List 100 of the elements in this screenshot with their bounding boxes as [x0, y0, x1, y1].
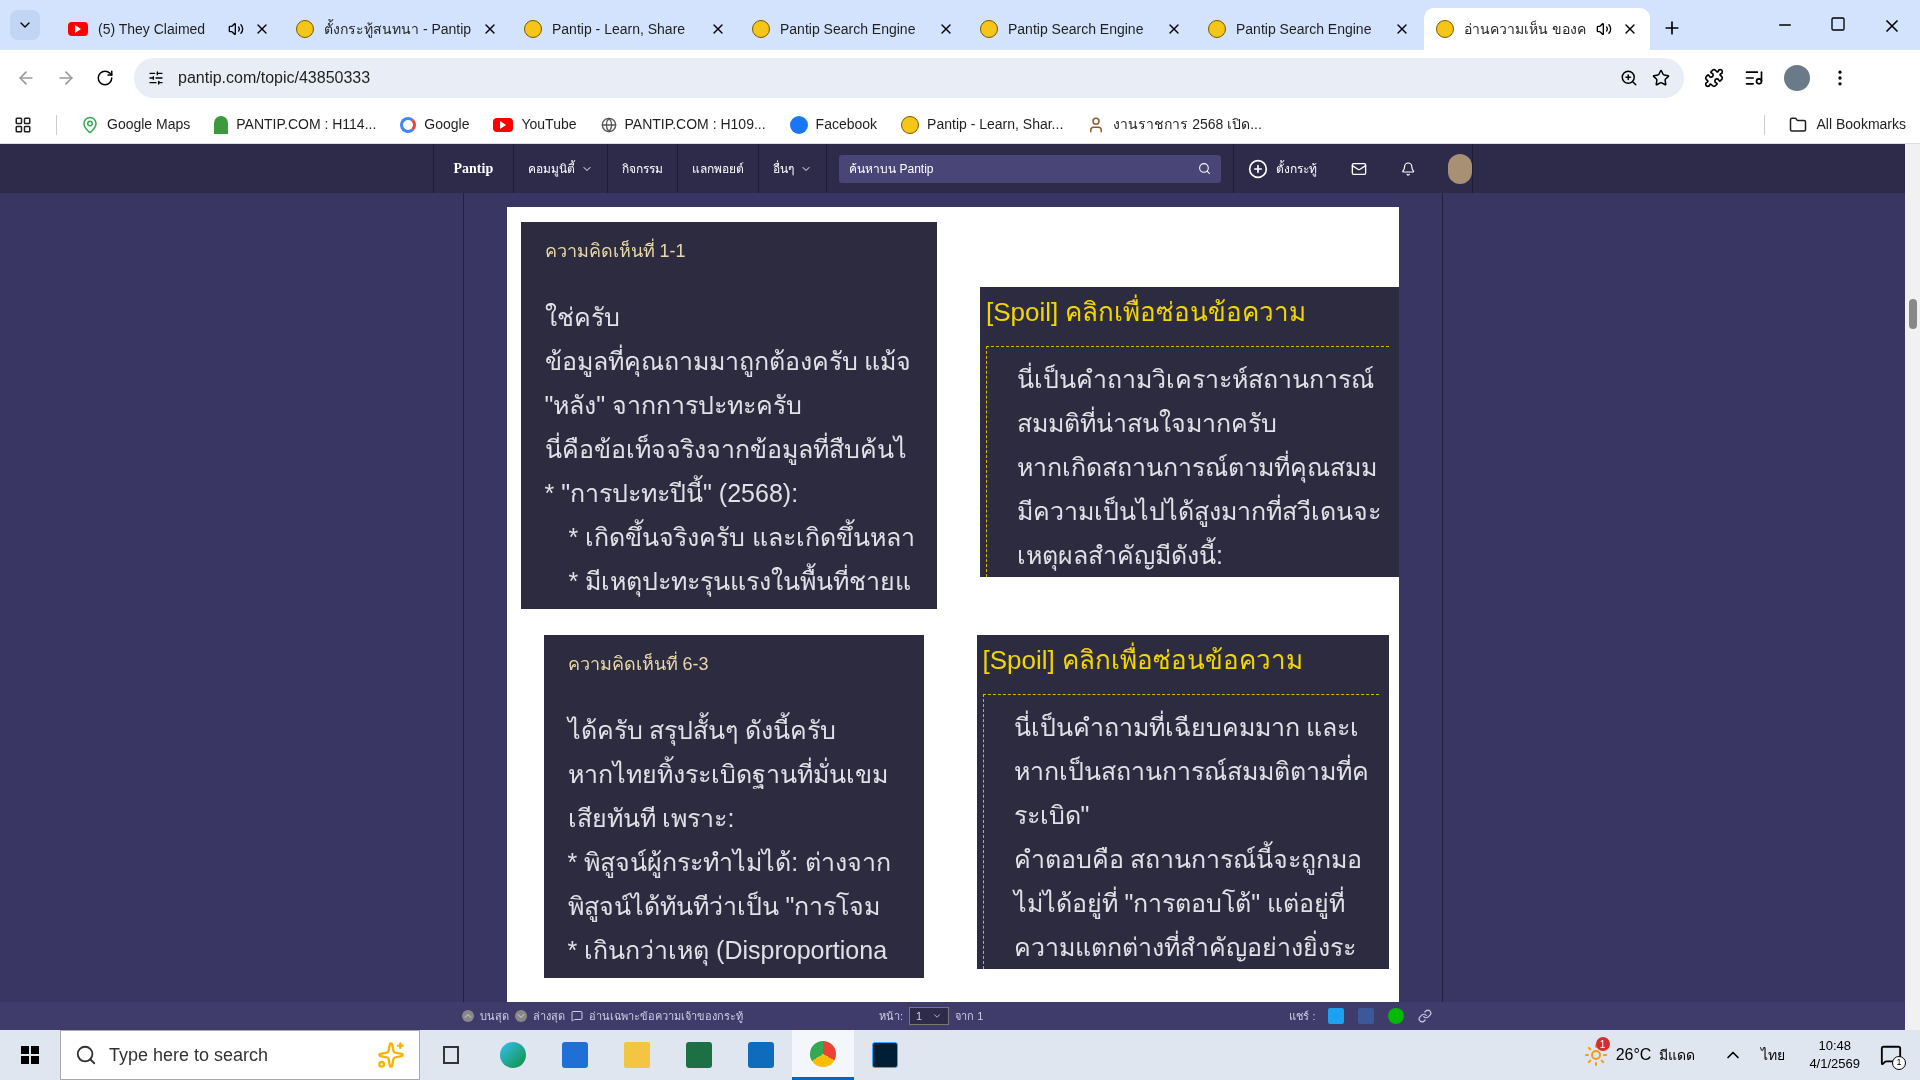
taskbar-search-field[interactable]: Type here to search	[60, 1030, 420, 1080]
message-line: หากเกิดสถานการณ์ตามที่คุณสมม	[1016, 445, 1379, 489]
language-indicator[interactable]: ไทย	[1761, 1044, 1786, 1066]
nav-menu-item[interactable]: แลกพอยต์	[677, 144, 759, 193]
notification-icon[interactable]	[1401, 159, 1416, 178]
page-count: จาก 1	[955, 1008, 984, 1024]
spoiler-toggle[interactable]: [Spoil] คลิกเพื่อซ่อนข้อความ	[985, 293, 1389, 332]
notification-center-icon[interactable]	[1880, 1044, 1902, 1066]
browser-tab[interactable]: อ่านความเห็น ของค	[1424, 8, 1650, 50]
share-label: แชร์ :	[1289, 1008, 1316, 1024]
comment-number: ความคิดเห็นที่ 1-1	[544, 238, 913, 265]
caret-icon	[932, 1011, 943, 1021]
zoom-icon[interactable]	[1620, 69, 1638, 87]
bookmark-link[interactable]: PANTIP.COM : H114...	[236, 114, 377, 135]
link-icon[interactable]	[1417, 1009, 1432, 1023]
tab-title: Pantip - Learn, Share	[552, 19, 687, 39]
site-logo[interactable]: Pantip	[433, 158, 514, 179]
play-logo-icon	[493, 117, 514, 132]
tab-title: ตั้งกระทู้สนทนา - Pantip	[324, 18, 472, 40]
tab-title: Pantip Search Engine	[1008, 19, 1145, 39]
search-field[interactable]: ค้นหาบน Pantip	[839, 154, 1222, 183]
browser-tab[interactable]: Pantip - Learn, Share	[512, 8, 738, 50]
user-avatar[interactable]	[1447, 153, 1472, 184]
message-line: มีความเป็นไปได้สูงมากที่สวีเดนจะ	[1016, 489, 1379, 533]
speaker-icon	[228, 21, 244, 37]
bookmark-link[interactable]: Google Maps	[107, 114, 191, 135]
plus-icon	[1248, 158, 1269, 179]
message-line: ใช่ครับ	[544, 302, 621, 333]
tab-title: อ่านความเห็น ของค	[1464, 19, 1586, 39]
comment-number: ความคิดเห็นที่ 6-3	[567, 651, 900, 678]
bookmark-link[interactable]: Facebook	[815, 114, 878, 135]
nav-menu-item[interactable]: คอมมูนิตี้	[513, 144, 608, 193]
message-line: * เกิดขึ้นจริงครับ และเกิดขึ้นหลา	[544, 515, 913, 559]
map-pin-icon	[81, 115, 99, 134]
speaker-icon	[1596, 21, 1612, 37]
apps-icon[interactable]	[14, 115, 32, 134]
message-line: หากเป็นสถานการณ์สมมติตามที่ค	[1013, 749, 1369, 793]
bottom-link[interactable]: ล่างสุด	[533, 1007, 565, 1025]
tab-title: Pantip Search Engine	[780, 19, 917, 39]
all-bookmarks-link[interactable]: All Bookmarks	[1816, 114, 1906, 135]
search-icon	[75, 1044, 97, 1066]
notification-count: 1	[1892, 1056, 1906, 1070]
address-bar[interactable]: pantip.com/topic/43850333	[134, 58, 1684, 98]
message-line: * เกินกว่าเหตุ (Disproportiona	[567, 935, 889, 968]
restore-icon[interactable]	[1830, 16, 1846, 32]
profile-avatar[interactable]	[1784, 65, 1810, 91]
nav-menu-item[interactable]: อื่นๆ	[758, 144, 827, 193]
bookmark-star-icon[interactable]	[1652, 69, 1670, 87]
nav-menu-item[interactable]: กิจกรรม	[607, 144, 678, 193]
spoiler-toggle[interactable]: [Spoil] คลิกเพื่อซ่อนข้อความ	[982, 641, 1379, 680]
weather-text: มีแดด	[1659, 1045, 1696, 1065]
message-line: เสียทันที เพราะ:	[567, 803, 736, 834]
media-control-icon[interactable]	[1744, 68, 1764, 88]
clock[interactable]: 10:48 4/1/2569	[1809, 1037, 1860, 1073]
message-line: สมมติที่น่าสนใจมากครับ	[1016, 401, 1379, 445]
browser-tab[interactable]: Pantip Search Engine	[740, 8, 966, 50]
owner-posts-link[interactable]: อ่านเฉพาะข้อความเจ้าของกระทู้	[589, 1007, 743, 1025]
browser-tab[interactable]: ตั้งกระทู้สนทนา - Pantip	[284, 8, 510, 50]
search-icon	[1198, 162, 1212, 175]
extensions-icon[interactable]	[1704, 68, 1724, 88]
message-line: พิสูจน์ได้ทันทีว่าเป็น "การโจม	[567, 890, 882, 924]
message-line: ระเบิด"	[1013, 800, 1091, 831]
site-settings-icon[interactable]	[148, 70, 164, 86]
bookmark-link[interactable]: PANTIP.COM : H109...	[624, 114, 766, 135]
bookmark-link[interactable]: Google	[424, 114, 470, 135]
play-logo-icon	[68, 22, 88, 36]
message-line: ไม่ได้อยู่ที่ "การตอบโต้" แต่อยู่ที่	[1013, 881, 1369, 925]
message-line: นี่เป็นคำถามวิเคราะห์สถานการณ์	[1016, 357, 1379, 401]
message-line: นี่คือข้อเท็จจริงจากข้อมูลที่สืบค้นไ	[544, 427, 913, 471]
message-line: ข้อมูลที่คุณถามมาถูกต้องครับ แม้จ	[544, 339, 913, 383]
sparkle-icon	[377, 1041, 405, 1069]
message-line: เหตุผลสำคัญมีดังนี้:	[1016, 533, 1379, 577]
reload-icon[interactable]	[96, 69, 114, 87]
message-line: หากไทยทิ้งระเบิดฐานที่มั่นเขม	[567, 752, 900, 796]
temperature: 26°C	[1615, 1045, 1652, 1065]
message-line: * มีเหตุปะทะรุนแรงในพื้นที่ชายแ	[544, 559, 913, 603]
comment-icon	[571, 1010, 583, 1022]
scrollbar[interactable]	[1905, 144, 1920, 1030]
message-line: คำตอบคือ สถานการณ์นี้จะถูกมอ	[1013, 837, 1369, 881]
tab-list-button[interactable]	[10, 10, 40, 40]
browser-tab[interactable]: (5) They Claimed	[56, 8, 282, 50]
weather-badge: 1	[1595, 1037, 1610, 1051]
message-line: * "การปะทะปีนี้" (2568):	[544, 471, 913, 515]
bookmark-link[interactable]: Pantip - Learn, Shar...	[927, 114, 1064, 135]
tab-title: Pantip Search Engine	[1236, 19, 1373, 39]
bookmark-link[interactable]: YouTube	[521, 114, 577, 135]
message-line: "หลัง" จากการปะทะครับ	[544, 390, 804, 421]
page-select[interactable]: 1	[909, 1006, 950, 1026]
page-label: หน้า:	[879, 1008, 904, 1024]
browser-tab[interactable]: Pantip Search Engine	[968, 8, 1194, 50]
message-line: * พิสูจน์ผู้กระทำไม่ได้: ต่างจาก	[567, 847, 893, 880]
bookmark-link[interactable]: งานราชการ 2568 เปิด...	[1113, 114, 1262, 135]
new-topic-button[interactable]: ตั้งกระทู้	[1233, 144, 1332, 193]
browser-tab[interactable]: Pantip Search Engine	[1196, 8, 1422, 50]
top-link[interactable]: บนสุด	[480, 1007, 509, 1025]
message-line: ความแตกต่างที่สำคัญอย่างยิ่งระ	[1013, 925, 1369, 969]
message-line: ได้ครับ สรุปสั้นๆ ดังนี้ครับ	[567, 708, 900, 752]
url-text: pantip.com/topic/43850333	[178, 68, 372, 88]
g-logo-icon	[400, 116, 417, 133]
globe-icon	[600, 116, 617, 133]
